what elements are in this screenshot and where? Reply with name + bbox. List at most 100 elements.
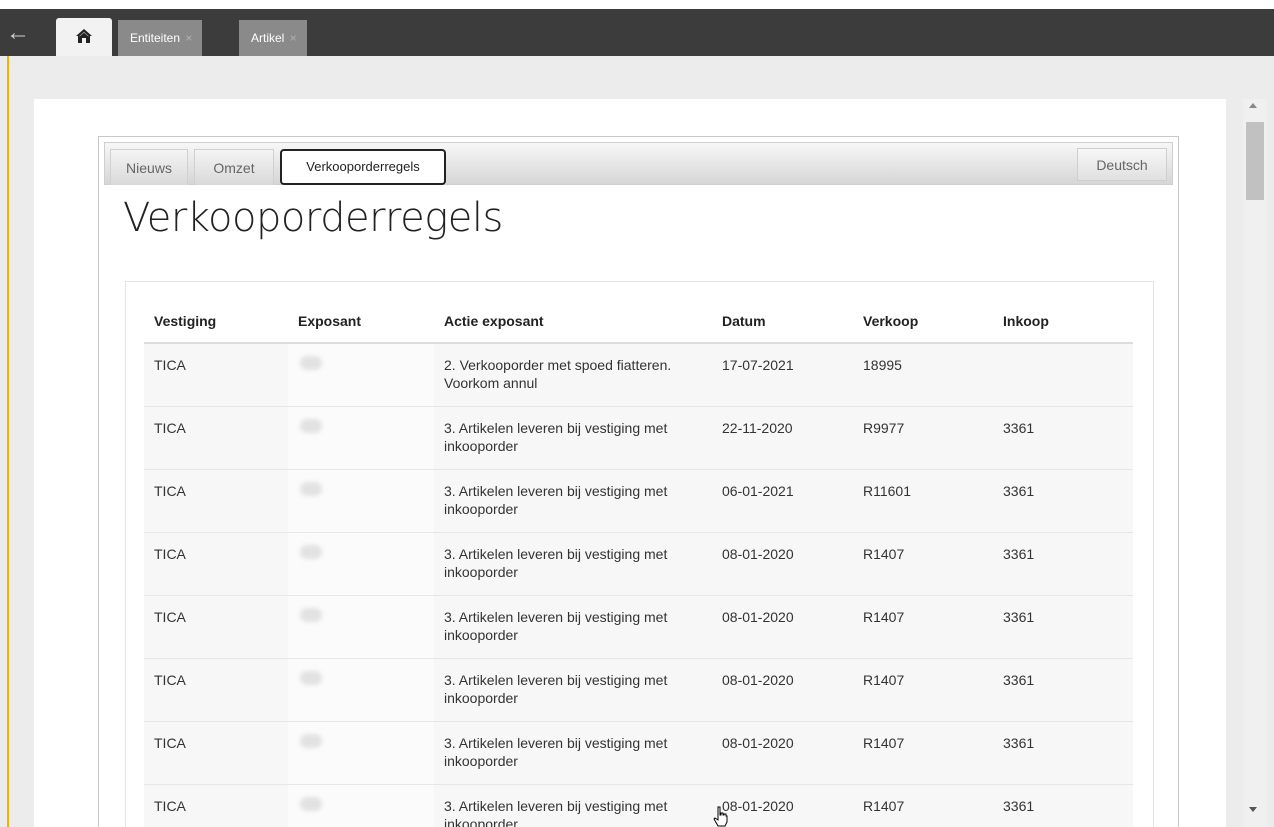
table-container: Vestiging Exposant Actie exposant Datum …	[125, 281, 1154, 827]
header-vestiging[interactable]: Vestiging	[144, 300, 288, 344]
tab-label: Nieuws	[126, 160, 172, 176]
tab-label: Omzet	[213, 160, 255, 176]
redacted-value	[300, 544, 322, 559]
article-frame: Nieuws Omzet Verkooporderregels Deutsch …	[98, 136, 1179, 827]
cell-exposant	[288, 721, 434, 785]
header-inkoop[interactable]: Inkoop	[993, 300, 1133, 344]
cell-datum: 08-01-2020	[712, 658, 853, 722]
scroll-down-icon[interactable]	[1249, 807, 1257, 812]
table-row[interactable]: TICA 3. Artikelen leveren bij vestiging m…	[144, 658, 1133, 722]
cell-exposant	[288, 469, 434, 533]
cell-inkoop: 3361	[993, 721, 1133, 785]
header-datum[interactable]: Datum	[712, 300, 853, 344]
cell-inkoop: 3361	[993, 532, 1133, 596]
top-strip	[0, 0, 1274, 9]
cell-verkoop: R1407	[853, 532, 993, 596]
table-row[interactable]: TICA 3. Artikelen leveren bij vestiging m…	[144, 469, 1133, 533]
panel-tab-strip: Nieuws Omzet Verkooporderregels Deutsch	[104, 142, 1173, 185]
cell-verkoop: R11601	[853, 469, 993, 533]
back-button[interactable]: ←	[6, 19, 46, 49]
tab-label: Artikel	[251, 31, 285, 45]
hand-cursor-icon	[713, 806, 728, 827]
header-actie-exposant[interactable]: Actie exposant	[434, 300, 712, 344]
cell-verkoop: 18995	[853, 343, 993, 407]
tab-omzet[interactable]: Omzet	[194, 149, 274, 185]
cell-inkoop: 3361	[993, 595, 1133, 659]
cell-actie-exposant: 3. Artikelen leveren bij vestiging met in…	[434, 469, 712, 533]
cell-actie-exposant: 3. Artikelen leveren bij vestiging met in…	[434, 784, 712, 827]
tab-label: Verkooporderregels	[306, 159, 420, 174]
cell-datum: 06-01-2021	[712, 469, 853, 533]
table-row[interactable]: TICA 3. Artikelen leveren bij vestiging m…	[144, 532, 1133, 596]
scrollbar-thumb[interactable]	[1246, 122, 1264, 200]
header-exposant[interactable]: Exposant	[288, 300, 434, 344]
cell-exposant	[288, 343, 434, 407]
cell-actie-exposant: 3. Artikelen leveren bij vestiging met in…	[434, 595, 712, 659]
tab-verkooporderregels[interactable]: Verkooporderregels	[280, 149, 446, 185]
scroll-up-icon[interactable]	[1249, 103, 1257, 108]
table-header-row: Vestiging Exposant Actie exposant Datum …	[144, 300, 1133, 344]
home-tab[interactable]	[56, 18, 112, 56]
close-icon[interactable]: ×	[290, 31, 297, 45]
cell-exposant	[288, 406, 434, 470]
cell-vestiging: TICA	[144, 343, 288, 407]
cell-vestiging: TICA	[144, 469, 288, 533]
cell-actie-exposant: 3. Artikelen leveren bij vestiging met in…	[434, 532, 712, 596]
cell-actie-exposant: 3. Artikelen leveren bij vestiging met in…	[434, 406, 712, 470]
cell-datum: 08-01-2020	[712, 532, 853, 596]
tab-label: Entiteiten	[130, 31, 181, 45]
table-row[interactable]: TICA 3. Artikelen leveren bij vestiging m…	[144, 595, 1133, 659]
close-icon[interactable]: ×	[185, 31, 192, 45]
redacted-value	[300, 481, 322, 496]
redacted-value	[300, 733, 322, 748]
cell-exposant	[288, 784, 434, 827]
cell-actie-exposant: 2. Verkooporder met spoed fiatteren. Voor…	[434, 343, 712, 407]
cell-vestiging: TICA	[144, 595, 288, 659]
arrow-left-icon: ←	[6, 19, 30, 46]
redacted-value	[300, 418, 322, 433]
tab-entiteiten[interactable]: Entiteiten ×	[118, 20, 203, 56]
tab-nieuws[interactable]: Nieuws	[110, 149, 188, 185]
cell-datum: 17-07-2021	[712, 343, 853, 407]
cell-exposant	[288, 658, 434, 722]
cell-inkoop: 3361	[993, 784, 1133, 827]
redacted-value	[300, 670, 322, 685]
language-button[interactable]: Deutsch	[1077, 148, 1167, 181]
cell-vestiging: TICA	[144, 784, 288, 827]
table-row[interactable]: TICA 2. Verkooporder met spoed fiatteren.…	[144, 343, 1133, 407]
app-topbar: ← Entiteiten × Artikel ×	[0, 9, 1274, 56]
table-row[interactable]: TICA 3. Artikelen leveren bij vestiging m…	[144, 406, 1133, 470]
vertical-scrollbar[interactable]	[1243, 99, 1267, 827]
cell-actie-exposant: 3. Artikelen leveren bij vestiging met in…	[434, 658, 712, 722]
cell-inkoop: 3361	[993, 658, 1133, 722]
cell-datum: 22-11-2020	[712, 406, 853, 470]
cell-datum: 08-01-2020	[712, 784, 853, 827]
cell-datum: 08-01-2020	[712, 721, 853, 785]
accent-line	[7, 56, 9, 827]
cell-datum: 08-01-2020	[712, 595, 853, 659]
cell-inkoop	[993, 343, 1133, 407]
cell-exposant	[288, 532, 434, 596]
table-row[interactable]: TICA 3. Artikelen leveren bij vestiging m…	[144, 721, 1133, 785]
header-verkoop[interactable]: Verkoop	[853, 300, 993, 344]
cell-verkoop: R9977	[853, 406, 993, 470]
cell-verkoop: R1407	[853, 658, 993, 722]
cell-vestiging: TICA	[144, 406, 288, 470]
order-lines-table: Vestiging Exposant Actie exposant Datum …	[144, 300, 1133, 827]
page-title: Verkooporderregels	[123, 195, 503, 241]
home-icon	[76, 29, 92, 43]
redacted-value	[300, 356, 322, 370]
tab-artikel[interactable]: Artikel ×	[239, 20, 307, 56]
redacted-value	[300, 796, 322, 811]
cell-verkoop: R1407	[853, 721, 993, 785]
cell-vestiging: TICA	[144, 658, 288, 722]
cell-vestiging: TICA	[144, 721, 288, 785]
cell-actie-exposant: 3. Artikelen leveren bij vestiging met in…	[434, 721, 712, 785]
table-row[interactable]: TICA 3. Artikelen leveren bij vestiging m…	[144, 784, 1133, 827]
cell-exposant	[288, 595, 434, 659]
cell-inkoop: 3361	[993, 406, 1133, 470]
cell-inkoop: 3361	[993, 469, 1133, 533]
cell-verkoop: R1407	[853, 784, 993, 827]
redacted-value	[300, 607, 322, 622]
cell-verkoop: R1407	[853, 595, 993, 659]
